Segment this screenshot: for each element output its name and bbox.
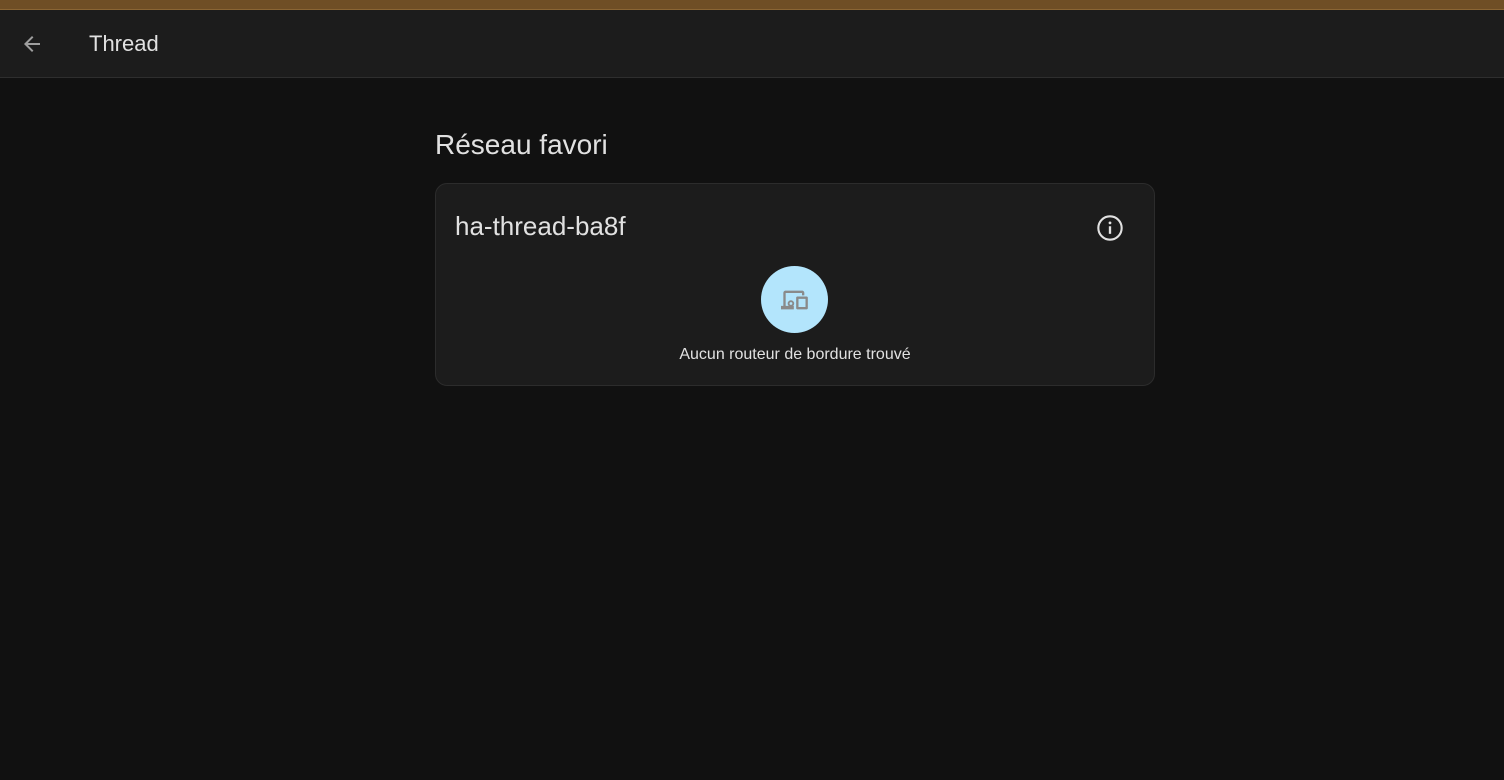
back-button[interactable] — [12, 24, 52, 64]
network-card: ha-thread-ba8f Aucun routeur de bordure … — [435, 183, 1155, 386]
arrow-left-icon — [24, 36, 40, 52]
main-content: Réseau favori ha-thread-ba8f Aucun route… — [435, 78, 1155, 386]
section-title: Réseau favori — [435, 129, 608, 160]
no-border-router-message: Aucun routeur de bordure trouvé — [679, 346, 911, 363]
top-accent-bar — [0, 0, 1504, 10]
network-name: ha-thread-ba8f — [455, 211, 626, 241]
info-button[interactable] — [1091, 209, 1129, 247]
info-circle-icon — [1097, 215, 1123, 241]
app-toolbar: Thread — [0, 10, 1504, 78]
page-title: Thread — [89, 31, 159, 56]
devices-icon — [780, 290, 808, 309]
router-avatar — [761, 266, 828, 333]
